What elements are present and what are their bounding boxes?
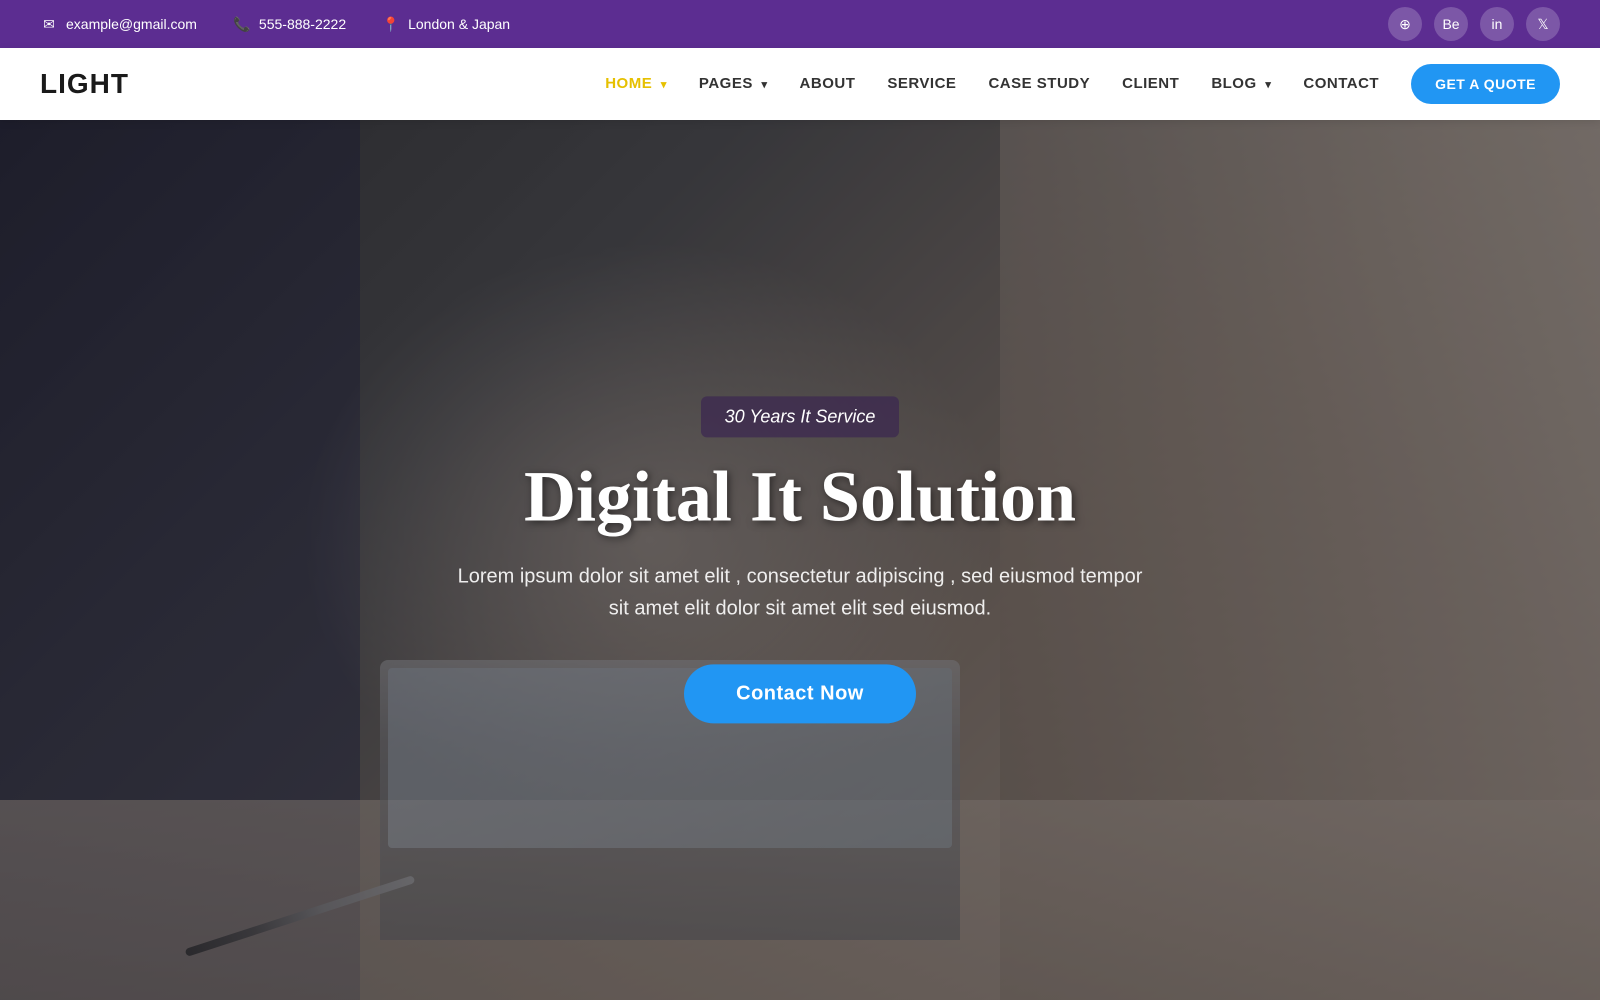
- location-text: London & Japan: [408, 16, 510, 32]
- contact-now-button[interactable]: Contact Now: [684, 665, 916, 724]
- twitter-icon[interactable]: 𝕏: [1526, 7, 1560, 41]
- nav-item-contact[interactable]: CONTACT: [1303, 75, 1379, 93]
- nav-item-home[interactable]: HOME ▾: [605, 75, 667, 93]
- nav-label-contact: CONTACT: [1303, 75, 1379, 92]
- hero-subtitle: Lorem ipsum dolor sit amet elit , consec…: [420, 561, 1180, 625]
- phone-text: 555-888-2222: [259, 16, 346, 32]
- nav-item-client[interactable]: CLIENT: [1122, 75, 1179, 93]
- nav-label-home: HOME: [605, 75, 652, 92]
- social-icons: ⊕ Be in 𝕏: [1388, 7, 1560, 41]
- nav-label-case-study: CASE STUDY: [988, 75, 1090, 92]
- hero-content: 30 Years It Service Digital It Solution …: [420, 396, 1180, 723]
- location-icon: 📍: [382, 15, 400, 33]
- hero-section: 30 Years It Service Digital It Solution …: [0, 120, 1600, 1000]
- nav-item-case-study[interactable]: CASE STUDY: [988, 75, 1090, 93]
- nav-label-pages: PAGES: [699, 75, 753, 92]
- email-icon: ✉: [40, 15, 58, 33]
- phone-item: 📞 555-888-2222: [233, 15, 346, 33]
- chevron-down-icon: ▾: [661, 79, 667, 91]
- top-bar: ✉ example@gmail.com 📞 555-888-2222 📍 Lon…: [0, 0, 1600, 48]
- nav-label-blog: BLOG: [1211, 75, 1256, 92]
- chevron-down-icon: ▾: [1265, 79, 1271, 91]
- location-item: 📍 London & Japan: [382, 15, 510, 33]
- email-text: example@gmail.com: [66, 16, 197, 32]
- nav-label-service: SERVICE: [887, 75, 956, 92]
- email-item: ✉ example@gmail.com: [40, 15, 197, 33]
- nav-item-service[interactable]: SERVICE: [887, 75, 956, 93]
- nav-label-client: CLIENT: [1122, 75, 1179, 92]
- linkedin-icon[interactable]: in: [1480, 7, 1514, 41]
- nav-item-blog[interactable]: BLOG ▾: [1211, 75, 1271, 93]
- hero-title: Digital It Solution: [420, 457, 1180, 536]
- behance-icon[interactable]: Be: [1434, 7, 1468, 41]
- phone-icon: 📞: [233, 15, 251, 33]
- globe-icon[interactable]: ⊕: [1388, 7, 1422, 41]
- get-quote-button[interactable]: GET A QUOTE: [1411, 64, 1560, 104]
- chevron-down-icon: ▾: [762, 79, 768, 91]
- hero-badge: 30 Years It Service: [701, 396, 900, 437]
- navbar: LIGHT HOME ▾ PAGES ▾ ABOUT SERVICE: [0, 48, 1600, 120]
- nav-item-about[interactable]: ABOUT: [800, 75, 856, 93]
- nav-item-pages[interactable]: PAGES ▾: [699, 75, 768, 93]
- nav-label-about: ABOUT: [800, 75, 856, 92]
- nav-links: HOME ▾ PAGES ▾ ABOUT SERVICE CASE STUDY: [605, 75, 1379, 93]
- top-bar-left: ✉ example@gmail.com 📞 555-888-2222 📍 Lon…: [40, 15, 510, 33]
- site-logo[interactable]: LIGHT: [40, 68, 129, 100]
